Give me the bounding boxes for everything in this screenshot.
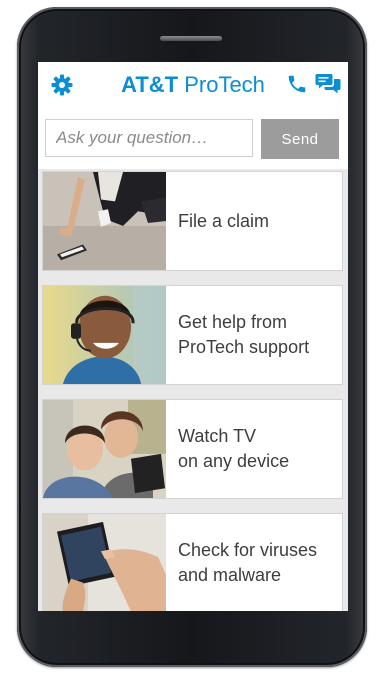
send-button[interactable]: Send	[261, 119, 339, 159]
card-label: Check for viruses and malware	[178, 540, 318, 585]
brand-name: AT&T	[121, 72, 179, 97]
phone-icon[interactable]	[286, 73, 308, 95]
card-file-claim[interactable]: File a claim	[42, 171, 343, 271]
support-agent-photo	[43, 286, 166, 384]
app-screen: AT&T ProTech Send	[38, 62, 348, 611]
app-header: AT&T ProTech	[38, 62, 348, 110]
chat-icon[interactable]	[315, 72, 341, 96]
question-input[interactable]	[45, 119, 253, 157]
card-watch-tv[interactable]: Watch TV on any device	[42, 399, 343, 499]
card-label: Get help from ProTech support	[178, 312, 310, 357]
card-protech-support[interactable]: Get help from ProTech support	[42, 285, 343, 385]
speaker-grille	[160, 36, 222, 41]
service-list: File a claim Get help from ProTech suppo…	[38, 169, 348, 611]
brand-product: ProTech	[178, 72, 265, 97]
question-bar: Send	[38, 109, 348, 169]
card-virus-check[interactable]: Check for viruses and malware	[42, 513, 343, 611]
couple-tablet-photo	[43, 400, 166, 498]
tablet-hands-photo	[43, 514, 166, 611]
card-label: File a claim	[178, 210, 270, 231]
dropped-phone-photo	[43, 172, 166, 270]
card-label: Watch TV on any device	[178, 426, 290, 471]
